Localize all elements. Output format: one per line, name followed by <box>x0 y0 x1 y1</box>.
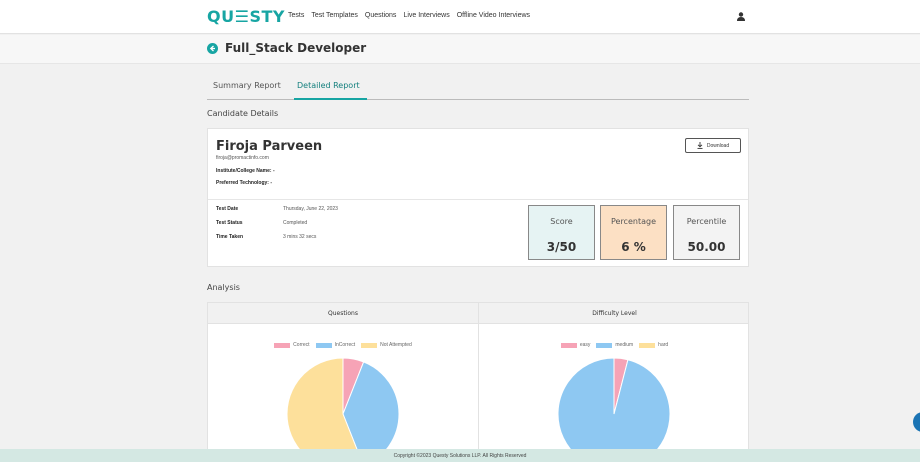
time-taken-key: Time Taken <box>216 234 244 240</box>
percentage-label: Percentage <box>610 217 656 226</box>
candidate-email: firoja@promactinfo.com <box>216 155 269 161</box>
test-date-value: Thursday, June 22, 2023 <box>283 206 338 212</box>
percentile-value: 50.00 <box>687 240 726 254</box>
legend-label: InCorrect <box>334 342 356 348</box>
nav-test-templates[interactable]: Test Templates <box>311 12 358 19</box>
test-date-key: Test Date <box>216 206 239 212</box>
tab-detailed-report[interactable]: Detailed Report <box>297 81 360 90</box>
legend-swatch <box>274 342 291 348</box>
percentile-box: Percentile 50.00 <box>673 205 740 260</box>
nav-questions[interactable]: Questions <box>365 12 397 19</box>
legend-label: Not Attempted <box>380 342 412 348</box>
legend-item-easy[interactable]: easy <box>560 342 591 348</box>
test-status-key: Test Status <box>216 220 243 226</box>
legend-swatch <box>596 342 613 348</box>
analysis-panel: Questions Difficulty Level Correct InCorr… <box>207 302 749 450</box>
score-box: Score 3/50 <box>528 205 595 260</box>
score-value: 3/50 <box>546 240 577 254</box>
user-icon[interactable] <box>737 12 745 21</box>
main-nav: Tests Test Templates Questions Live Inte… <box>288 12 530 19</box>
legend-swatch <box>639 342 656 348</box>
institute-line: Institute/College Name: - <box>216 168 275 174</box>
download-icon <box>697 142 703 149</box>
score-label: Score <box>550 217 573 226</box>
page-title: Full_Stack Developer <box>225 41 367 55</box>
legend-label: Correct <box>293 342 310 348</box>
time-taken-value: 3 mins 32 secs <box>283 234 317 240</box>
candidate-card: Firoja Parveen firoja@promactinfo.com In… <box>207 128 749 267</box>
download-label: Download <box>706 142 730 149</box>
legend-item-not-attempted[interactable]: Not Attempted <box>361 342 412 348</box>
report-tabs: Summary Report Detailed Report <box>207 76 749 100</box>
legend-swatch <box>361 342 378 348</box>
legend-label: easy <box>579 342 591 348</box>
difficulty-legend: easy medium hard <box>479 342 748 348</box>
pie-slice-medium[interactable] <box>557 357 671 450</box>
active-tab-indicator <box>294 98 367 100</box>
chat-widget-button[interactable] <box>913 412 920 432</box>
percentile-label: Percentile <box>686 217 727 226</box>
candidate-details-heading: Candidate Details <box>207 109 279 118</box>
difficulty-chart: easy medium hard <box>479 324 748 450</box>
legend-label: hard <box>658 342 669 348</box>
percentage-box: Percentage 6 % <box>600 205 667 260</box>
card-divider <box>208 199 748 200</box>
legend-swatch <box>560 342 577 348</box>
questions-chart-header: Questions <box>208 303 479 324</box>
back-arrow-icon[interactable] <box>207 43 218 54</box>
candidate-name: Firoja Parveen <box>216 139 323 154</box>
nav-tests[interactable]: Tests <box>288 12 304 19</box>
questions-chart: Correct InCorrect Not Attempted <box>208 324 479 449</box>
legend-label: medium <box>615 342 634 348</box>
tab-summary-report[interactable]: Summary Report <box>213 81 281 90</box>
legend-swatch <box>315 342 332 348</box>
top-navbar: QU☰STY Tests Test Templates Questions Li… <box>0 0 920 34</box>
legend-item-medium[interactable]: medium <box>596 342 633 348</box>
legend-item-hard[interactable]: hard <box>639 342 668 348</box>
difficulty-chart-header: Difficulty Level <box>479 303 748 324</box>
questions-legend: Correct InCorrect Not Attempted <box>208 342 478 348</box>
nav-offline-video-interviews[interactable]: Offline Video Interviews <box>457 12 530 19</box>
footer: Copyright ©2023 Questy Solutions LLP. Al… <box>0 449 920 462</box>
nav-live-interviews[interactable]: Live Interviews <box>403 12 449 19</box>
test-status-value: Completed <box>283 220 308 226</box>
questy-logo[interactable]: QU☰STY <box>207 7 285 26</box>
analysis-heading: Analysis <box>207 283 240 292</box>
percentage-value: 6 % <box>621 240 646 254</box>
download-button[interactable]: Download <box>685 138 741 153</box>
technology-line: Preferred Technology: - <box>216 180 273 186</box>
page-header: Full_Stack Developer <box>0 35 920 64</box>
legend-item-correct[interactable]: Correct <box>274 342 310 348</box>
legend-item-incorrect[interactable]: InCorrect <box>315 342 356 348</box>
